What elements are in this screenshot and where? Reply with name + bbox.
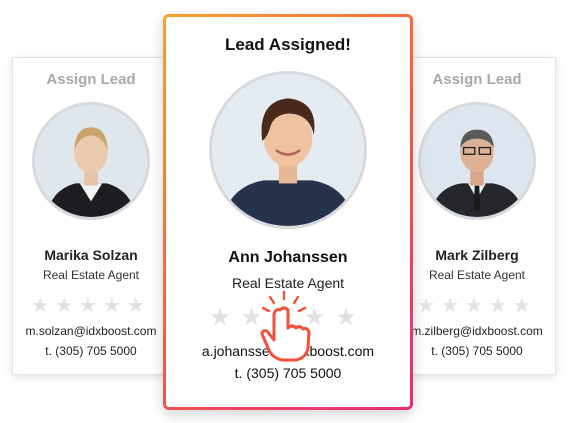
agent-email[interactable]: m.zilberg@idxboost.com [399, 324, 555, 338]
agent-email[interactable]: m.solzan@idxboost.com [13, 324, 169, 338]
agent-role: Real Estate Agent [42, 268, 140, 282]
agent-photo [35, 105, 147, 217]
agent-card-mark[interactable]: Assign Lead Mark Zilberg Real Estate Age… [398, 57, 556, 375]
lead-assigned-title: Lead Assigned! [225, 35, 351, 54]
assign-lead-title[interactable]: Assign Lead [13, 71, 169, 88]
agent-name: Ann Johanssen [228, 249, 348, 266]
tap-hand-icon [254, 290, 314, 362]
agent-photo [212, 74, 364, 226]
agent-phone[interactable]: t. (305) 705 5000 [399, 344, 555, 358]
agent-photo [421, 105, 533, 217]
agent-name: Marika Solzan [44, 247, 138, 263]
agent-avatar [209, 71, 367, 229]
agent-phone[interactable]: t. (305) 705 5000 [13, 344, 169, 358]
agent-avatar [418, 102, 536, 220]
agent-avatar [32, 102, 150, 220]
assign-lead-title[interactable]: Assign Lead [399, 71, 555, 88]
agent-role: Real Estate Agent [231, 275, 345, 291]
agent-role: Real Estate Agent [428, 268, 526, 282]
agent-phone[interactable]: t. (305) 705 5000 [166, 365, 410, 381]
star-icon[interactable]: ★★★★★ [399, 293, 555, 318]
agent-card-marika[interactable]: Assign Lead Marika Solzan Real Estate Ag… [12, 57, 170, 375]
agent-name: Mark Zilberg [435, 247, 519, 263]
star-icon[interactable]: ★★★★★ [13, 293, 169, 318]
